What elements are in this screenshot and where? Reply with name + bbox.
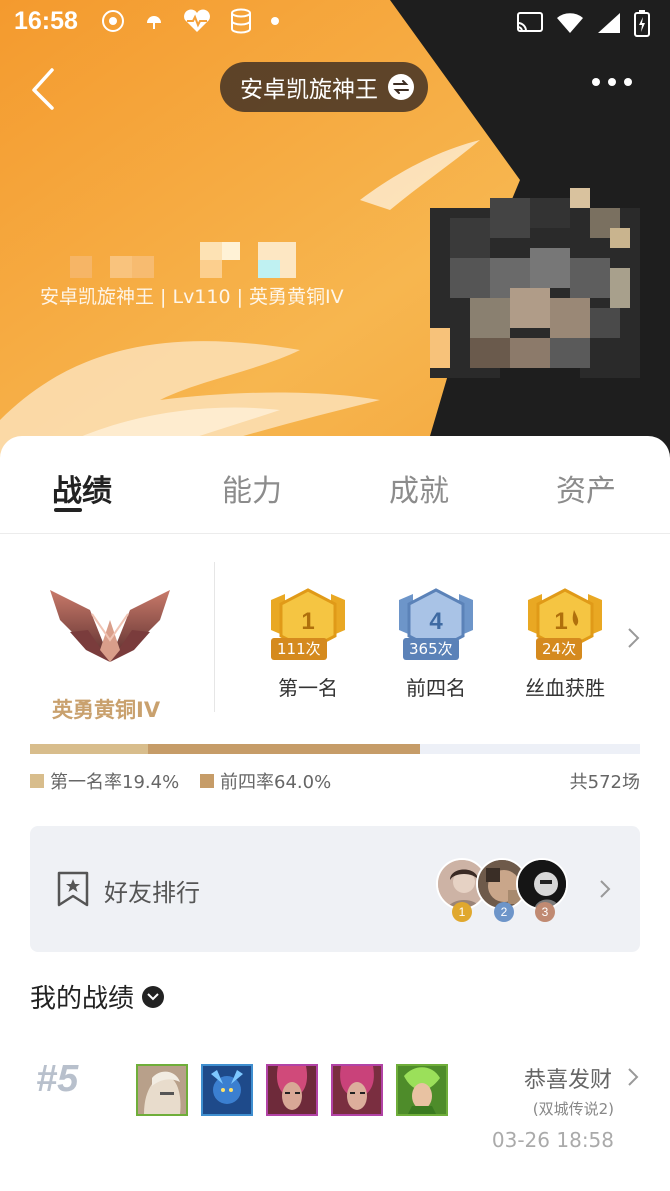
more-menu-button[interactable] bbox=[592, 78, 632, 86]
badge-number: 1 bbox=[301, 608, 314, 635]
weather-icon bbox=[147, 16, 161, 29]
badge-number: 4 bbox=[429, 608, 443, 635]
player-subtitle: 安卓凯旋神王 | Lv110 | 英勇黄铜IV bbox=[40, 286, 344, 308]
profile-header: 16:58 安卓凯旋神王 安卓凯旋神王 | Lv110 | 英勇黄铜IV bbox=[0, 0, 670, 470]
match-mode: (双城传说2) bbox=[532, 1100, 614, 1118]
first-rate-segment bbox=[30, 744, 149, 754]
unit-portrait bbox=[396, 1064, 448, 1116]
friend-rank-badge: 3 bbox=[535, 902, 555, 922]
top4-rate-legend: 前四率64.0% bbox=[200, 768, 331, 794]
legend-swatch bbox=[200, 774, 214, 788]
signal-icon bbox=[598, 13, 620, 33]
top4-rate-segment bbox=[148, 744, 421, 754]
badge-label: 第一名 bbox=[278, 676, 338, 700]
badge-count: 24次 bbox=[536, 638, 583, 660]
match-placement: #5 bbox=[36, 1058, 79, 1100]
badge-number: 1 bbox=[554, 608, 567, 635]
tab-assets[interactable]: 资产 bbox=[556, 466, 616, 510]
my-records-header[interactable]: 我的战绩 bbox=[30, 978, 165, 1015]
chevron-right-icon bbox=[628, 1068, 639, 1086]
match-time: 03-26 18:58 bbox=[491, 1128, 614, 1152]
friend-rank-badge: 2 bbox=[494, 902, 514, 922]
rank-label: 英勇黄铜IV bbox=[52, 698, 161, 722]
tab-achievement[interactable]: 成就 bbox=[389, 466, 449, 510]
top4-rate-text: 前四率64.0% bbox=[220, 772, 332, 793]
more-dot bbox=[608, 78, 616, 86]
total-games: 共572场 bbox=[569, 772, 640, 793]
unit-portrait bbox=[136, 1064, 188, 1116]
navigation-bar: 安卓凯旋神王 bbox=[0, 60, 670, 116]
player-name-mosaic bbox=[70, 242, 296, 278]
badge-count: 365次 bbox=[403, 638, 459, 660]
more-dot bbox=[592, 78, 600, 86]
cast-icon bbox=[517, 12, 543, 32]
my-records-title: 我的战绩 bbox=[30, 984, 135, 1014]
health-icon bbox=[184, 9, 210, 32]
more-dot bbox=[624, 78, 632, 86]
battery-icon bbox=[634, 10, 650, 37]
badge-label: 丝血获胜 bbox=[525, 676, 605, 700]
friend-ranking-card[interactable]: 好友排行 1 2 3 bbox=[30, 826, 640, 952]
account-switcher[interactable]: 安卓凯旋神王 bbox=[220, 62, 428, 112]
player-avatar[interactable] bbox=[430, 178, 640, 398]
first-rate-legend: 第一名率19.4% bbox=[30, 768, 179, 794]
friend-rank-badge: 1 bbox=[452, 902, 472, 922]
tab-bar: 战绩 能力 成就 资产 bbox=[0, 436, 670, 534]
placement-rate-bar bbox=[30, 744, 640, 754]
tab-ability[interactable]: 能力 bbox=[222, 466, 282, 510]
page-title: 安卓凯旋神王 bbox=[240, 77, 378, 103]
active-tab-indicator bbox=[54, 508, 82, 512]
unit-portrait bbox=[331, 1064, 383, 1116]
first-rate-text: 第一名率19.4% bbox=[50, 772, 180, 793]
status-time: 16:58 bbox=[14, 7, 78, 35]
legend-swatch bbox=[30, 774, 44, 788]
switch-icon bbox=[388, 74, 414, 100]
chevron-down-icon bbox=[142, 985, 165, 1008]
app-notification-icon bbox=[102, 10, 124, 32]
unit-portrait bbox=[266, 1064, 318, 1116]
divider bbox=[214, 562, 215, 712]
match-player-name: 恭喜发财 bbox=[523, 1068, 612, 1093]
database-icon bbox=[231, 8, 251, 34]
badge-count: 111次 bbox=[271, 638, 327, 660]
badges-more-chevron-icon[interactable] bbox=[626, 626, 642, 650]
friend-ranking-label: 好友排行 bbox=[104, 879, 200, 907]
wifi-icon bbox=[557, 13, 583, 33]
back-icon[interactable] bbox=[24, 64, 64, 112]
badge-label: 前四名 bbox=[406, 676, 466, 700]
ranking-bookmark-icon bbox=[57, 871, 89, 907]
chevron-right-icon bbox=[600, 880, 611, 898]
tab-record[interactable]: 战绩 bbox=[52, 466, 112, 510]
status-bar: 16:58 bbox=[0, 0, 670, 46]
unit-portrait bbox=[201, 1064, 253, 1116]
dot-indicator-icon bbox=[271, 17, 279, 25]
